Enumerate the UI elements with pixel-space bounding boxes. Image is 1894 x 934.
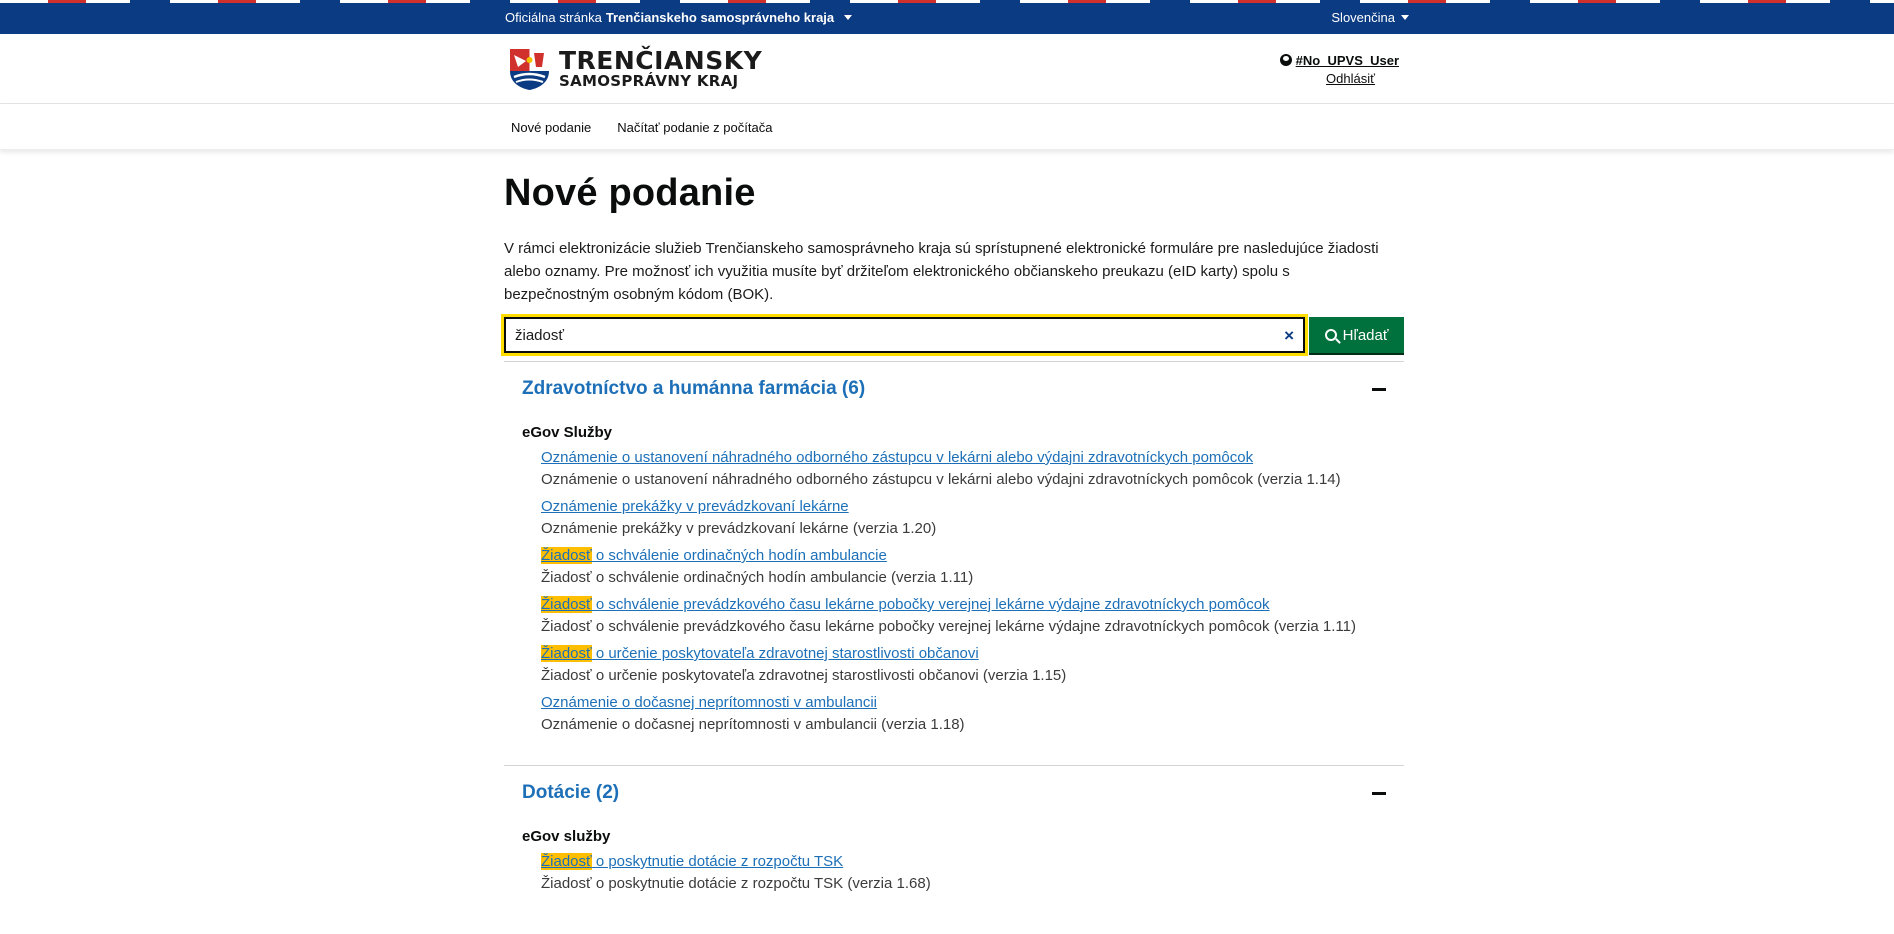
search-highlight: Žiadosť — [541, 547, 592, 564]
list-item: Žiadosť o určenie poskytovateľa zdravotn… — [541, 643, 1404, 686]
nav-item-load-submission[interactable]: Načítať podanie z počítača — [617, 120, 772, 135]
main-nav: Nové podanie Načítať podanie z počítača — [0, 104, 1894, 150]
subcategory-title: eGov Služby — [522, 424, 613, 441]
logout-link[interactable]: Odhlásiť — [1280, 71, 1399, 86]
collapse-icon — [1372, 791, 1386, 795]
clear-icon[interactable]: × — [1284, 326, 1294, 346]
service-description: Oznámenie o ustanovení náhradného odborn… — [541, 471, 1341, 488]
top-bar: Oficiálna stránka Trenčianskeho samosprá… — [0, 0, 1894, 34]
service-description: Žiadosť o poskytnutie dotácie z rozpočtu… — [541, 875, 931, 892]
language-label: Slovenčina — [1331, 9, 1395, 25]
list-item: Oznámenie o ustanovení náhradného odborn… — [541, 447, 1404, 490]
service-link[interactable]: Oznámenie o ustanovení náhradného odborn… — [541, 447, 1253, 469]
user-panel: #No_UPVS_User Odhlásiť — [1279, 52, 1399, 86]
user-name: #No_UPVS_User — [1295, 52, 1399, 68]
service-link-text: o schválenie ordinačných hodín ambulanci… — [591, 547, 887, 564]
service-link-text: o určenie poskytovateľa zdravotnej staro… — [591, 645, 979, 662]
user-icon — [1279, 54, 1292, 66]
category-title: Dotácie (2) — [522, 782, 620, 803]
page-title: Nové podanie — [504, 172, 756, 214]
intro-text: V rámci elektronizácie služieb Trenčians… — [504, 240, 1379, 303]
service-link[interactable]: Oznámenie prekážky v prevádzkovaní lekár… — [541, 496, 849, 518]
logo-title: TRENČIANSKY — [559, 46, 763, 75]
category-section: Zdravotníctvo a humánna farmácia (6) eGo… — [504, 361, 1404, 735]
coat-of-arms-icon — [510, 49, 549, 90]
logo-subtitle: SAMOSPRÁVNY KRAJ — [559, 72, 739, 91]
search-input[interactable] — [506, 319, 1304, 351]
search-highlight: Žiadosť — [541, 853, 592, 870]
category-header[interactable]: Zdravotníctvo a humánna farmácia (6) — [504, 362, 1404, 400]
search-form: × Hľadať — [500, 314, 1404, 356]
search-highlight: Žiadosť — [541, 645, 592, 662]
list-item: Žiadosť o schválenie prevádzkového času … — [541, 594, 1404, 637]
chevron-down-icon — [1401, 14, 1409, 20]
service-list: Žiadosť o poskytnutie dotácie z rozpočtu… — [541, 851, 1404, 894]
service-link[interactable]: Žiadosť o určenie poskytovateľa zdravotn… — [541, 643, 979, 665]
list-item: Oznámenie prekážky v prevádzkovaní lekár… — [541, 496, 1404, 539]
category-header[interactable]: Dotácie (2) — [504, 766, 1404, 804]
service-link[interactable]: Žiadosť o schválenie ordinačných hodín a… — [541, 545, 887, 567]
category-section: Dotácie (2) eGov služby Žiadosť o poskyt… — [504, 765, 1404, 894]
service-link-text: o schválenie prevádzkového času lekárne … — [591, 596, 1270, 613]
service-description: Oznámenie o dočasnej neprítomnosti v amb… — [541, 716, 965, 733]
service-link-text: Oznámenie o ustanovení náhradného odborn… — [541, 449, 1254, 466]
main-content: Nové podanie V rámci elektronizácie služ… — [500, 150, 1404, 900]
official-region-name: Trenčianskeho samosprávneho kraja — [605, 9, 835, 25]
site-logo[interactable]: TRENČIANSKY SAMOSPRÁVNY KRAJ — [508, 47, 762, 91]
service-description: Žiadosť o schválenie ordinačných hodín a… — [541, 569, 974, 586]
search-field-wrapper: × — [500, 314, 1309, 356]
service-link-text: Oznámenie prekážky v prevádzkovaní lekár… — [541, 498, 849, 515]
search-button-label: Hľadať — [1342, 326, 1389, 344]
official-prefix: Oficiálna stránka — [505, 9, 602, 25]
service-description: Žiadosť o schválenie prevádzkového času … — [541, 618, 1356, 635]
official-site-toggle[interactable]: Oficiálna stránka Trenčianskeho samosprá… — [505, 9, 853, 25]
service-description: Žiadosť o určenie poskytovateľa zdravotn… — [541, 667, 1067, 684]
user-profile-link[interactable]: #No_UPVS_User — [1279, 52, 1399, 68]
chevron-down-icon — [844, 14, 853, 20]
search-button[interactable]: Hľadať — [1309, 317, 1404, 353]
search-icon — [1324, 329, 1337, 341]
service-description: Oznámenie prekážky v prevádzkovaní lekár… — [541, 520, 937, 537]
nav-item-new-submission[interactable]: Nové podanie — [511, 120, 591, 135]
search-highlight: Žiadosť — [541, 596, 592, 613]
category-title: Zdravotníctvo a humánna farmácia (6) — [522, 378, 866, 399]
list-item: Žiadosť o poskytnutie dotácie z rozpočtu… — [541, 851, 1404, 894]
site-header: TRENČIANSKY SAMOSPRÁVNY KRAJ #No_UPVS_Us… — [0, 34, 1894, 104]
service-link-text: Oznámenie o dočasnej neprítomnosti v amb… — [541, 694, 878, 711]
list-item: Oznámenie o dočasnej neprítomnosti v amb… — [541, 692, 1404, 735]
service-link[interactable]: Žiadosť o poskytnutie dotácie z rozpočtu… — [541, 851, 843, 873]
subcategory-title: eGov služby — [522, 828, 611, 845]
service-list: Oznámenie o ustanovení náhradného odborn… — [541, 447, 1404, 735]
service-link[interactable]: Žiadosť o schválenie prevádzkového času … — [541, 594, 1270, 616]
list-item: Žiadosť o schválenie ordinačných hodín a… — [541, 545, 1404, 588]
collapse-icon — [1372, 387, 1386, 391]
service-link-text: o poskytnutie dotácie z rozpočtu TSK — [591, 853, 844, 870]
service-link[interactable]: Oznámenie o dočasnej neprítomnosti v amb… — [541, 692, 877, 714]
language-select[interactable]: Slovenčina — [1331, 10, 1409, 25]
